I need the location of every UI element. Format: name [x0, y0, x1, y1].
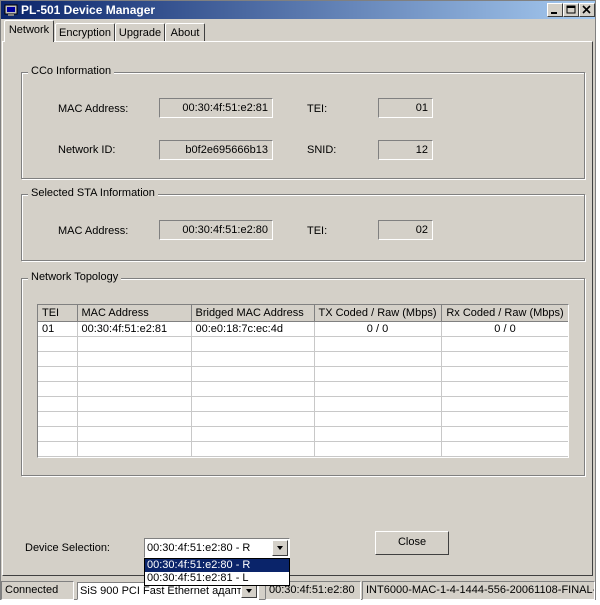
minimize-icon: [551, 12, 557, 14]
col-header-mac[interactable]: MAC Address: [77, 305, 192, 322]
cell-tx: 0 / 0: [314, 321, 442, 337]
adapter-dropdown-button[interactable]: [241, 584, 257, 598]
col-header-rx[interactable]: Rx Coded / Raw (Mbps): [441, 305, 568, 322]
close-window-button[interactable]: [579, 3, 595, 17]
device-selection-combo[interactable]: 00:30:4f:51:e2:80 - R: [144, 538, 290, 558]
topology-title: Network Topology: [28, 271, 122, 283]
cell-mac: 00:30:4f:51:e2:81: [77, 321, 192, 337]
table-row-empty: [38, 336, 568, 352]
cco-snid-field: 12: [378, 140, 433, 160]
table-row-empty: [38, 396, 568, 412]
cell-tei: 01: [38, 321, 78, 337]
sta-tei-label: TEI:: [307, 225, 328, 237]
tab-upgrade[interactable]: Upgrade: [115, 23, 165, 42]
table-row-empty: [38, 441, 568, 457]
col-header-tei[interactable]: TEI: [38, 305, 78, 322]
cco-snid-label: SNID:: [307, 144, 337, 156]
device-selection-dropdown-button[interactable]: [272, 540, 288, 556]
device-selection-dropdown-list[interactable]: 00:30:4f:51:e2:80 - R 00:30:4f:51:e2:81 …: [144, 558, 290, 586]
tab-network[interactable]: Network: [4, 20, 54, 42]
maximize-icon: [566, 5, 576, 14]
table-row-empty: [38, 381, 568, 397]
close-button[interactable]: Close: [375, 531, 449, 555]
status-connection: Connected: [1, 581, 74, 600]
cco-tei-label: TEI:: [307, 103, 328, 115]
window-title: PL-501 Device Manager: [21, 3, 156, 17]
device-selection-value: 00:30:4f:51:e2:80 - R: [147, 542, 251, 554]
minimize-button[interactable]: [547, 3, 563, 17]
col-header-tx[interactable]: TX Coded / Raw (Mbps): [314, 305, 442, 322]
sta-mac-label: MAC Address:: [58, 225, 129, 237]
table-row-empty: [38, 411, 568, 427]
table-row-empty: [38, 351, 568, 367]
chevron-down-icon: [277, 546, 283, 550]
status-bar: Connected SiS 900 PCI Fast Ethernet адап…: [1, 580, 595, 600]
table-header-row: TEI MAC Address Bridged MAC Address TX C…: [38, 305, 568, 322]
tab-about[interactable]: About: [165, 23, 205, 42]
cell-rx: 0 / 0: [441, 321, 568, 337]
device-selection-label: Device Selection:: [25, 542, 110, 554]
table-row-empty: [38, 366, 568, 382]
close-icon: [582, 5, 591, 14]
cco-mac-label: MAC Address:: [58, 103, 129, 115]
table-row-empty: [38, 426, 568, 442]
app-icon: [4, 4, 18, 16]
status-firmware: INT6000-MAC-1-4-1444-556-20061108-FINAL-…: [362, 581, 595, 600]
title-bar[interactable]: PL-501 Device Manager: [1, 1, 595, 19]
cco-info-group: CCo Information: [21, 65, 585, 179]
topology-table[interactable]: TEI MAC Address Bridged MAC Address TX C…: [37, 304, 569, 458]
chevron-down-icon: [246, 589, 252, 593]
background-edge: [596, 0, 600, 605]
cco-network-id-field: b0f2e695666b13: [159, 140, 273, 160]
device-option-2[interactable]: 00:30:4f:51:e2:81 - L: [145, 572, 289, 585]
table-row[interactable]: 01 00:30:4f:51:e2:81 00:e0:18:7c:ec:4d 0…: [38, 321, 568, 337]
maximize-button[interactable]: [563, 3, 579, 17]
adapter-value: SiS 900 PCI Fast Ethernet адаптер: [80, 585, 254, 597]
cco-tei-field: 01: [378, 98, 433, 118]
sta-tei-field: 02: [378, 220, 433, 240]
cco-info-title: CCo Information: [28, 65, 115, 77]
tab-encryption[interactable]: Encryption: [55, 23, 115, 42]
cco-mac-field: 00:30:4f:51:e2:81: [159, 98, 273, 118]
cell-bridged-mac: 00:e0:18:7c:ec:4d: [191, 321, 315, 337]
device-option-1[interactable]: 00:30:4f:51:e2:80 - R: [145, 559, 289, 572]
main-window: PL-501 Device Manager Network Encryption…: [0, 0, 596, 600]
sta-info-title: Selected STA Information: [28, 187, 158, 199]
sta-mac-field: 00:30:4f:51:e2:80: [159, 220, 273, 240]
cco-network-id-label: Network ID:: [58, 144, 116, 156]
col-header-bridged-mac[interactable]: Bridged MAC Address: [191, 305, 315, 322]
